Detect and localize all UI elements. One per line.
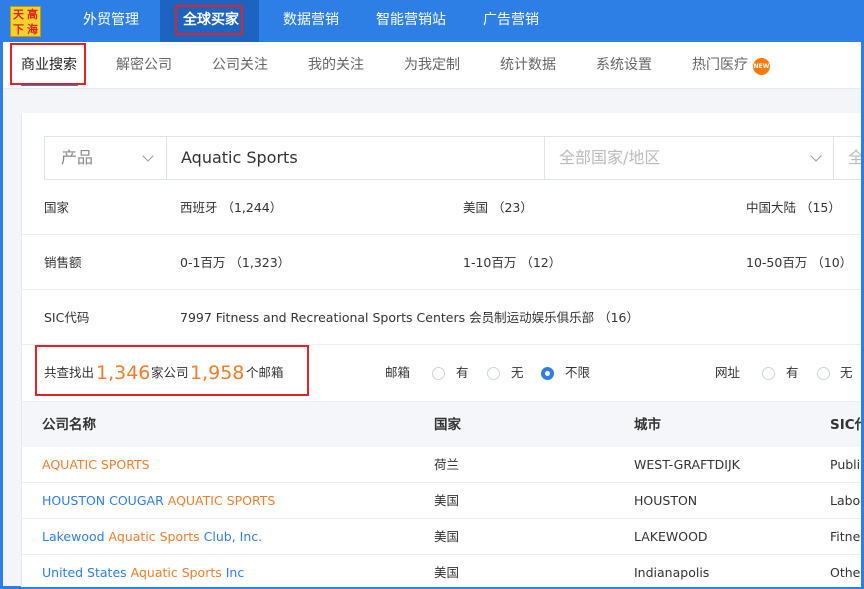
divider bbox=[833, 137, 834, 179]
cell-city: WEST-GRAFTDIJK bbox=[634, 457, 740, 472]
table-row[interactable]: Lakewood Aquatic Sports Club, Inc. 美国 LA… bbox=[22, 519, 861, 555]
radio-label: 有 bbox=[456, 365, 469, 380]
chevron-down-icon bbox=[810, 150, 822, 162]
filter-label: SIC代码 bbox=[44, 310, 90, 325]
highlight-box-results bbox=[35, 345, 309, 396]
radio-website-yes[interactable] bbox=[762, 367, 775, 380]
radio-website-no[interactable] bbox=[817, 367, 830, 380]
cell-city: HOUSTON bbox=[634, 493, 698, 508]
tab-hot-medical[interactable]: 热门医疗 bbox=[692, 42, 748, 89]
cell-city: LAKEWOOD bbox=[634, 529, 708, 544]
divider bbox=[544, 137, 545, 179]
filter-row-sales: 销售额 0-1百万 （1,323） 1-10百万 （12） 10-50百万 （1… bbox=[22, 235, 861, 290]
website-filter-label: 网址 bbox=[715, 365, 741, 380]
country-select[interactable]: 全部国家/地区 bbox=[559, 137, 660, 179]
table-row[interactable]: AQUATIC SPORTS 荷兰 WEST-GRAFTDIJK Publi bbox=[22, 447, 861, 483]
nav-ad-marketing[interactable]: 广告营销 bbox=[483, 0, 539, 42]
tab-decrypt-company[interactable]: 解密公司 bbox=[116, 42, 172, 89]
logo[interactable]: 天 高 下 海 bbox=[10, 6, 41, 37]
tab-company-follow[interactable]: 公司关注 bbox=[212, 42, 268, 89]
cell-country: 美国 bbox=[434, 529, 460, 544]
filter-option[interactable]: 0-1百万 （1,323） bbox=[180, 235, 290, 290]
filter-option[interactable]: 中国大陆 （15） bbox=[746, 180, 841, 235]
logo-char: 下 bbox=[13, 23, 24, 36]
radio-label: 无 bbox=[511, 365, 524, 380]
cell-sic: Labo bbox=[830, 493, 861, 508]
filter-option[interactable]: 西班牙 （1,244） bbox=[180, 180, 282, 235]
name-highlight: AQUATIC SPORTS bbox=[42, 457, 150, 472]
nav-foreign-trade[interactable]: 外贸管理 bbox=[83, 0, 139, 42]
filter-label: 销售额 bbox=[44, 255, 82, 270]
radio-email-no[interactable] bbox=[487, 367, 500, 380]
highlight-box-tab bbox=[10, 43, 86, 85]
column-city[interactable]: 城市 bbox=[634, 402, 661, 448]
filter-row-sic: SIC代码 7997 Fitness and Recreational Spor… bbox=[22, 290, 861, 345]
divider bbox=[166, 137, 167, 179]
highlight-box-nav bbox=[175, 5, 243, 35]
search-bar: 产品 Aquatic Sports 全部国家/地区 全 bbox=[44, 136, 861, 180]
table-row[interactable]: United States Aquatic Sports Inc 美国 Indi… bbox=[22, 555, 861, 587]
radio-label: 不限 bbox=[565, 365, 591, 380]
name-part: Inc bbox=[221, 565, 245, 580]
cell-city: Indianapolis bbox=[634, 565, 710, 580]
logo-char: 海 bbox=[27, 23, 38, 36]
filter-option[interactable]: 美国 （23） bbox=[463, 180, 533, 235]
search-input[interactable]: Aquatic Sports bbox=[181, 137, 298, 179]
cell-country: 美国 bbox=[434, 493, 460, 508]
email-filter-label: 邮箱 bbox=[385, 365, 411, 380]
tab-system-settings[interactable]: 系统设置 bbox=[596, 42, 652, 89]
cell-sic: Other bbox=[830, 565, 861, 580]
radio-email-yes[interactable] bbox=[432, 367, 445, 380]
filter-option[interactable]: 1-10百万 （12） bbox=[463, 235, 561, 290]
filter-label: 国家 bbox=[44, 200, 70, 215]
company-name-link[interactable]: United States Aquatic Sports Inc bbox=[42, 555, 244, 587]
name-part: Lakewood bbox=[42, 529, 109, 544]
company-name-link[interactable]: Lakewood Aquatic Sports Club, Inc. bbox=[42, 519, 262, 555]
nav-smart-site[interactable]: 智能营销站 bbox=[376, 0, 446, 42]
company-name-link[interactable]: AQUATIC SPORTS bbox=[42, 447, 150, 483]
filter-row-country: 国家 西班牙 （1,244） 美国 （23） 中国大陆 （15） bbox=[22, 180, 861, 235]
name-part: Club, Inc. bbox=[199, 529, 263, 544]
cell-sic: Fitne bbox=[830, 529, 861, 544]
cell-sic: Publi bbox=[830, 457, 861, 472]
top-nav: 天 高 下 海 外贸管理 全球买家 数据营销 智能营销站 广告营销 bbox=[0, 0, 864, 42]
filter-option[interactable]: 7997 Fitness and Recreational Sports Cen… bbox=[180, 290, 639, 345]
table-header: 公司名称 国家 城市 SIC代 bbox=[22, 401, 861, 447]
new-badge-icon: NEW bbox=[753, 58, 770, 75]
column-sic[interactable]: SIC代 bbox=[830, 402, 861, 448]
search-type-select[interactable]: 产品 bbox=[61, 137, 93, 179]
company-name-link[interactable]: HOUSTON COUGAR AQUATIC SPORTS bbox=[42, 483, 275, 519]
tab-my-follows[interactable]: 我的关注 bbox=[308, 42, 364, 89]
nav-data-marketing[interactable]: 数据营销 bbox=[283, 0, 339, 42]
logo-char: 高 bbox=[27, 8, 38, 21]
tab-statistics[interactable]: 统计数据 bbox=[500, 42, 556, 89]
name-highlight: Aquatic Sports bbox=[130, 565, 222, 580]
extra-select[interactable]: 全 bbox=[848, 137, 861, 179]
column-company-name[interactable]: 公司名称 bbox=[42, 402, 96, 448]
cell-country: 荷兰 bbox=[434, 457, 460, 472]
chevron-down-icon bbox=[142, 150, 154, 162]
name-part: United States bbox=[42, 565, 131, 580]
tab-custom-for-me[interactable]: 为我定制 bbox=[404, 42, 460, 89]
radio-label: 有 bbox=[786, 365, 799, 380]
name-highlight: Aquatic Sports bbox=[108, 529, 200, 544]
cell-country: 美国 bbox=[434, 565, 460, 580]
sub-nav: 商业搜索 解密公司 公司关注 我的关注 为我定制 统计数据 系统设置 热门医疗 bbox=[3, 42, 861, 89]
name-highlight: AQUATIC SPORTS bbox=[167, 493, 276, 508]
logo-char: 天 bbox=[13, 8, 24, 21]
radio-label: 无 bbox=[840, 365, 853, 380]
radio-email-any[interactable] bbox=[541, 367, 554, 380]
filter-option[interactable]: 10-50百万 （10） bbox=[746, 235, 852, 290]
column-country[interactable]: 国家 bbox=[434, 402, 461, 448]
name-part: HOUSTON COUGAR bbox=[42, 493, 168, 508]
table-row[interactable]: HOUSTON COUGAR AQUATIC SPORTS 美国 HOUSTON… bbox=[22, 483, 861, 519]
